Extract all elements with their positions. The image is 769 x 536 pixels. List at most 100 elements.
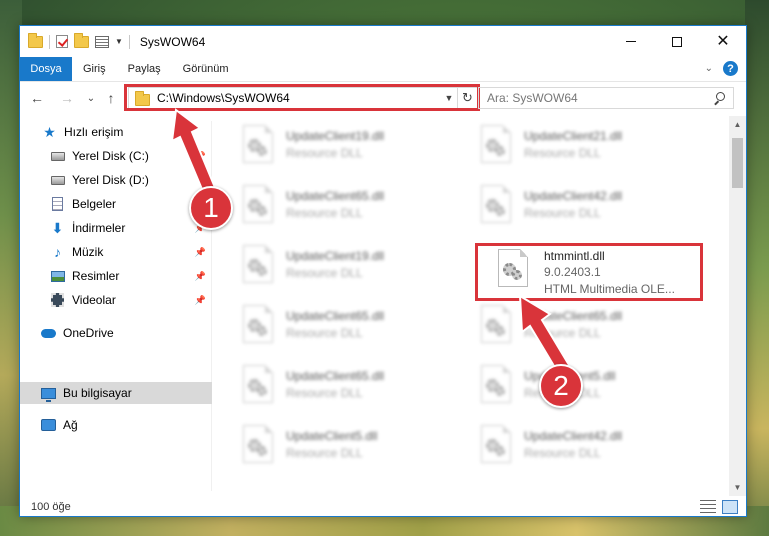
- refresh-button[interactable]: ↻: [457, 88, 477, 108]
- star-icon: ★: [43, 123, 56, 140]
- sidebar-item-music[interactable]: ♪ Müzik 📌: [20, 241, 212, 263]
- sidebar-item-onedrive[interactable]: OneDrive: [20, 322, 212, 344]
- address-path[interactable]: C:\Windows\SysWOW64: [157, 91, 441, 105]
- recent-locations-button[interactable]: ⌄: [82, 89, 100, 107]
- file-type: Resource DLL: [524, 146, 601, 160]
- desktop-background-right: [745, 0, 769, 536]
- minimize-button[interactable]: [608, 26, 654, 57]
- file-tile[interactable]: UpdateClient21.dll Resource DLL: [454, 121, 674, 177]
- file-explorer-window: ▼ SysWOW64 ✕ Dosya Giriş Paylaş Görünüm …: [19, 25, 747, 517]
- document-icon: [50, 197, 65, 212]
- file-tile[interactable]: UpdateClient19.dll Resource DLL: [216, 241, 436, 297]
- sidebar-item-label: Yerel Disk (D:): [72, 173, 149, 187]
- scrollbar-thumb[interactable]: [732, 138, 743, 188]
- music-icon: ♪: [54, 244, 61, 260]
- file-tile[interactable]: UpdateClient42.dll Resource DLL: [454, 181, 674, 237]
- file-tile-htmmintl[interactable]: htmmintl.dll 9.0.2403.1 HTML Multimedia …: [454, 241, 675, 297]
- maximize-button[interactable]: [654, 26, 700, 57]
- file-name: UpdateClient65.dll: [286, 189, 385, 203]
- file-tile[interactable]: UpdateClient65.dll Resource DLL: [454, 301, 674, 357]
- expand-ribbon-chevron-icon[interactable]: ⌄: [705, 63, 713, 74]
- file-tile[interactable]: UpdateClient19.dll Resource DLL: [216, 121, 436, 177]
- address-bar[interactable]: C:\Windows\SysWOW64 ▼ ↻: [128, 87, 478, 109]
- customize-toolbar-arrow-icon[interactable]: ▼: [115, 37, 123, 46]
- network-icon: [41, 418, 56, 433]
- file-tile[interactable]: UpdateClient65.dll Resource DLL: [216, 301, 436, 357]
- computer-icon: [41, 386, 56, 402]
- pin-icon[interactable]: 📌: [195, 247, 206, 258]
- help-icon[interactable]: ?: [723, 61, 738, 76]
- tab-view[interactable]: Görünüm: [172, 57, 240, 81]
- file-tile[interactable]: UpdateClient65.dll Resource DLL: [216, 181, 436, 237]
- search-box[interactable]: Ara: SysWOW64: [478, 87, 734, 109]
- status-bar: 100 öğe: [20, 496, 746, 516]
- callout-badge-2: 2: [539, 364, 583, 408]
- address-dropdown-chevron-icon[interactable]: ▼: [441, 93, 457, 103]
- cloud-icon: [41, 326, 56, 341]
- maximize-icon: [672, 36, 682, 47]
- vertical-scrollbar[interactable]: ▲ ▼: [729, 116, 746, 496]
- sidebar-item-documents[interactable]: Belgeler: [20, 193, 212, 215]
- sidebar-item-local-disk-c[interactable]: Yerel Disk (C:) 📌: [20, 145, 212, 167]
- dll-file-icon: [481, 305, 517, 349]
- file-tile[interactable]: UpdateClient5.dll Resource DLL: [216, 421, 436, 477]
- pin-icon[interactable]: 📌: [195, 295, 206, 306]
- tab-home[interactable]: Giriş: [72, 57, 117, 81]
- file-name: UpdateClient42.dll: [524, 189, 623, 203]
- properties-list-icon[interactable]: [95, 35, 109, 48]
- dll-file-icon: [481, 125, 517, 169]
- file-tile[interactable]: UpdateClient65.dll Resource DLL: [216, 361, 436, 417]
- details-view-icon[interactable]: [700, 500, 716, 513]
- sidebar-item-network[interactable]: Ağ: [20, 414, 212, 436]
- file-name: htmmintl.dll: [544, 249, 605, 263]
- file-type: Resource DLL: [524, 446, 601, 460]
- tab-file[interactable]: Dosya: [20, 57, 72, 81]
- properties-check-icon[interactable]: [56, 35, 68, 48]
- sidebar-item-videos[interactable]: Videolar 📌: [20, 289, 212, 311]
- toolbar-divider: [128, 34, 130, 49]
- back-button[interactable]: ←: [28, 89, 46, 107]
- sidebar-item-downloads[interactable]: ⬇ İndirmeler 📌: [20, 217, 212, 239]
- close-button[interactable]: ✕: [700, 26, 746, 57]
- new-folder-icon[interactable]: [74, 32, 89, 48]
- pin-icon[interactable]: 📌: [195, 271, 206, 282]
- file-type: Resource DLL: [524, 206, 601, 220]
- pin-icon[interactable]: 📌: [195, 151, 206, 162]
- file-name: UpdateClient19.dll: [286, 249, 385, 263]
- sidebar-item-local-disk-d[interactable]: Yerel Disk (D:): [20, 169, 212, 191]
- search-input[interactable]: Ara: SysWOW64: [487, 91, 713, 105]
- sidebar-item-label: Hızlı erişim: [64, 125, 124, 139]
- up-button[interactable]: ↑: [102, 89, 120, 107]
- file-type: Resource DLL: [286, 446, 363, 460]
- dll-file-icon: [481, 185, 517, 229]
- tab-share[interactable]: Paylaş: [117, 57, 172, 81]
- view-toggle: [700, 500, 738, 514]
- file-type: Resource DLL: [286, 206, 363, 220]
- item-count: 100 öğe: [31, 501, 71, 513]
- dll-file-icon: [243, 305, 279, 349]
- sidebar-item-label: Belgeler: [72, 197, 117, 211]
- dll-file-icon: [243, 245, 279, 289]
- sidebar-item-this-pc[interactable]: Bu bilgisayar: [20, 382, 212, 404]
- scroll-down-arrow-icon[interactable]: ▼: [729, 479, 746, 496]
- file-name: UpdateClient19.dll: [286, 129, 385, 143]
- file-type: Resource DLL: [286, 146, 363, 160]
- sidebar-item-quick-access[interactable]: ★ Hızlı erişim: [20, 121, 212, 143]
- close-icon: ✕: [716, 32, 730, 50]
- sidebar-item-label: Yerel Disk (C:): [72, 149, 149, 163]
- sidebar-item-pictures[interactable]: Resimler 📌: [20, 265, 212, 287]
- callout-badge-1: 1: [189, 186, 233, 230]
- sidebar-item-label: Videolar: [72, 293, 116, 307]
- search-icon[interactable]: [713, 92, 725, 104]
- dll-file-icon: [481, 425, 517, 469]
- forward-button[interactable]: →: [58, 89, 76, 107]
- file-tile[interactable]: UpdateClient42.dll Resource DLL: [454, 421, 674, 477]
- folder-icon: [135, 90, 150, 106]
- title-bar: ▼ SysWOW64 ✕: [20, 26, 746, 57]
- folder-icon[interactable]: [28, 32, 43, 48]
- file-type: Resource DLL: [286, 386, 363, 400]
- scroll-up-arrow-icon[interactable]: ▲: [729, 116, 746, 133]
- sidebar-item-label: İndirmeler: [72, 221, 126, 235]
- tiles-view-icon[interactable]: [722, 500, 738, 514]
- window-controls: ✕: [608, 26, 746, 57]
